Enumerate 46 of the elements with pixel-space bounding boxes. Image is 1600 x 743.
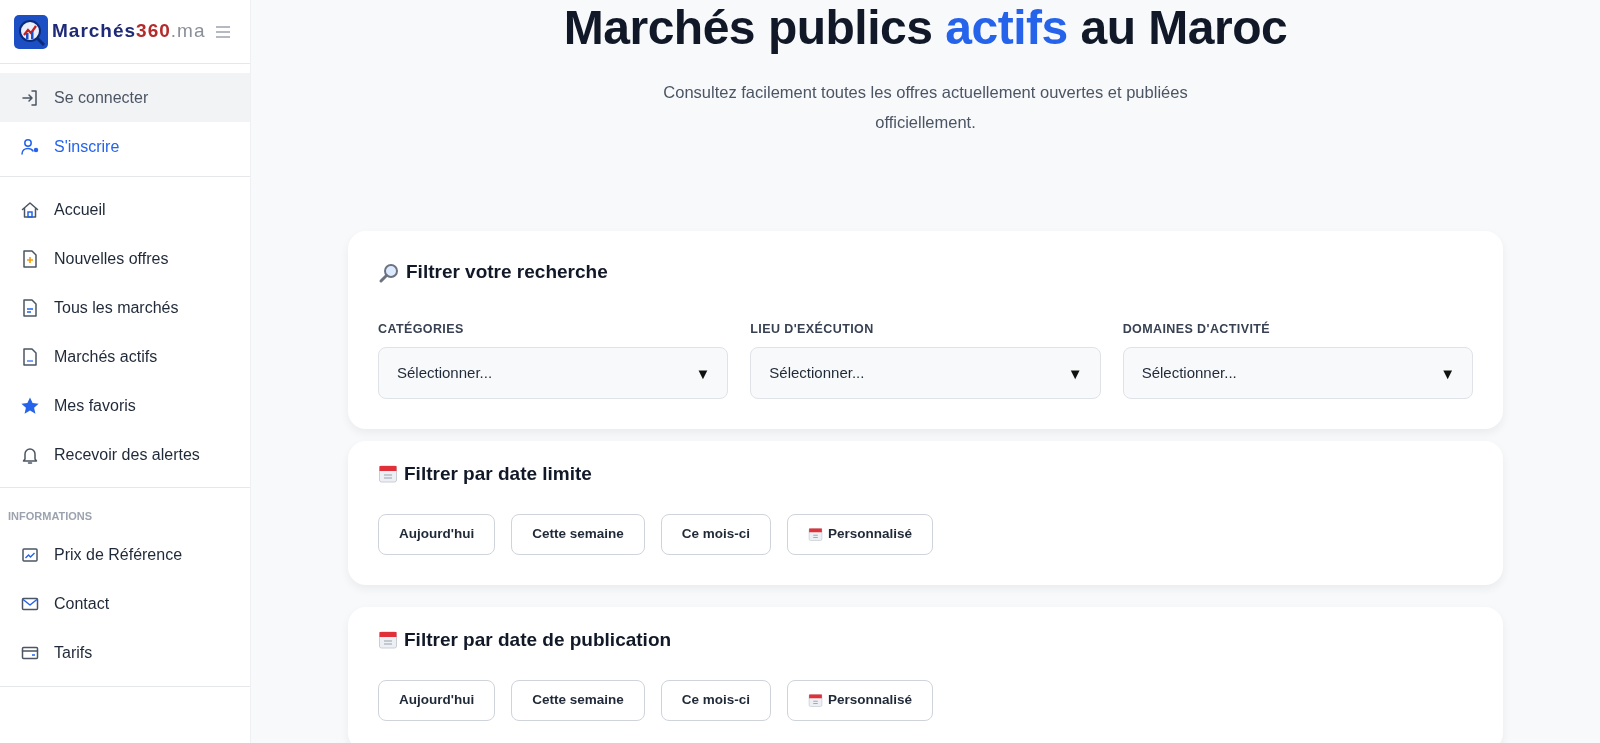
- sidebar-item[interactable]: Tarifs: [0, 628, 250, 678]
- calendar-icon: [378, 464, 398, 485]
- sidebar-item[interactable]: Marchés actifs: [0, 332, 250, 381]
- chart-icon: [20, 545, 40, 565]
- brand-name: Marchés360.ma: [52, 19, 206, 44]
- date-button[interactable]: Personnalisé: [787, 513, 934, 555]
- sidebar-item[interactable]: Nouvelles offres: [0, 234, 250, 283]
- card-title: Filtrer par date limite: [404, 462, 592, 486]
- calendar-icon: [378, 630, 398, 651]
- logo-icon: [14, 14, 48, 49]
- date-button[interactable]: Cette semaine: [511, 679, 645, 721]
- calendar-icon: [808, 692, 824, 708]
- home-icon: [20, 199, 40, 220]
- document-icon: [20, 346, 40, 367]
- dropdown-arrow[interactable]: ▼: [1440, 365, 1455, 381]
- login-icon: [20, 87, 40, 108]
- new-document-icon: [20, 248, 40, 269]
- dropdown-arrow[interactable]: ▼: [695, 365, 711, 381]
- sidebar-item[interactable]: Contact: [0, 579, 250, 629]
- card-title: Filtrer par date de publication: [404, 628, 672, 652]
- page-title: Marchés publics actifs au Maroc: [562, 0, 1289, 52]
- date-button[interactable]: Personnalisé: [787, 679, 934, 721]
- magnifier-icon: [378, 261, 400, 284]
- card-title: Filtrer votre recherche: [406, 261, 608, 285]
- sidebar-item[interactable]: Accueil: [0, 185, 250, 234]
- sidebar-item[interactable]: Tous les marchés: [0, 283, 250, 332]
- field-label: CATÉGORIES: [378, 320, 465, 339]
- field-label: DOMAINES D'ACTIVITÉ: [1122, 320, 1272, 339]
- sidebar-item[interactable]: Se connecter: [0, 73, 250, 122]
- dropdown-arrow[interactable]: ▼: [1067, 365, 1083, 381]
- date-button[interactable]: Cette semaine: [511, 513, 645, 555]
- sidebar-item[interactable]: S'inscrire: [0, 122, 250, 171]
- user-add-icon: [20, 136, 40, 157]
- sidebar-item[interactable]: Recevoir des alertes: [0, 430, 250, 479]
- document-icon: [20, 297, 40, 318]
- section-heading: INFORMATIONS: [7, 509, 94, 524]
- date-button[interactable]: Ce mois-ci: [660, 513, 772, 555]
- sidebar-item[interactable]: Mes favoris: [0, 381, 250, 430]
- page-subtitle: Consultez facilement toutes les offres actuellement ouvertes et publiées officiellement.: [662, 82, 1189, 133]
- calendar-icon: [808, 526, 824, 542]
- menu-icon: [214, 24, 232, 41]
- date-button[interactable]: Ce mois-ci: [660, 679, 772, 721]
- date-button[interactable]: Aujourd'hui: [378, 679, 496, 721]
- sidebar-item[interactable]: Prix de Référence: [0, 530, 250, 580]
- date-button[interactable]: Aujourd'hui: [378, 513, 496, 555]
- field-label: LIEU D'EXÉCUTION: [750, 320, 875, 339]
